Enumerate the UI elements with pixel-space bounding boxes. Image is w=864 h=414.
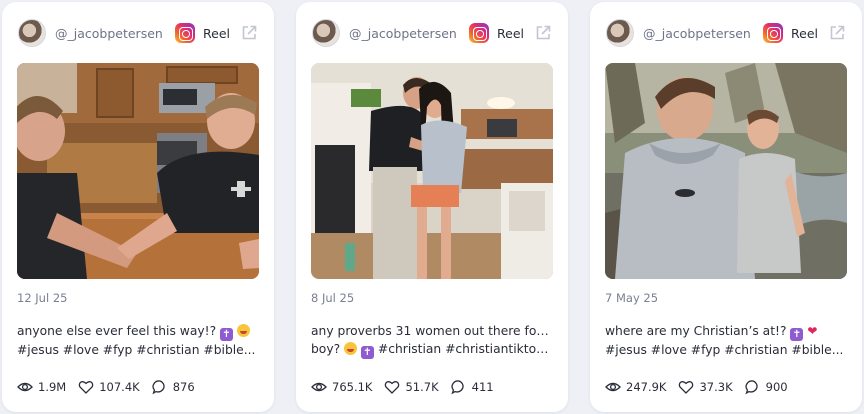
avatar[interactable] <box>606 19 634 47</box>
caption-text: any proverbs 31 women out there for our <box>311 324 551 338</box>
account-handle[interactable]: @_jacobpetersen <box>643 26 755 41</box>
heart-icon <box>385 381 400 394</box>
instagram-icon <box>469 23 489 43</box>
post-caption: anyone else ever feel this way!? ✝ #jesu… <box>17 322 257 359</box>
likes-count: 51.7K <box>405 380 439 394</box>
laughing-face-emoji-icon <box>236 324 250 337</box>
post-type-label: Reel <box>791 25 818 41</box>
post-thumbnail[interactable] <box>17 63 259 279</box>
post-caption: where are my Christian’s at!? ✝ ❤ #jesus… <box>605 322 845 359</box>
heart-icon <box>679 381 694 394</box>
caption-hashtags: #jesus #love #fyp #christian #bible... <box>17 343 256 357</box>
card-header: @_jacobpetersen Reel <box>312 18 552 48</box>
caption-text: where are my Christian’s at!? <box>605 324 787 338</box>
caption-hashtags: #jesus #love #fyp #christian #bible... <box>605 343 844 357</box>
likes-stat: 51.7K <box>384 379 439 395</box>
caption-hashtags: #christian #christiantiktok... <box>377 342 551 356</box>
eye-icon <box>311 382 327 392</box>
views-stat: 247.9K <box>605 379 666 395</box>
post-type-label: Reel <box>497 25 524 41</box>
laughing-face-emoji-icon <box>344 342 358 355</box>
post-card[interactable]: @_jacobpetersen Reel <box>296 2 568 412</box>
card-header: @_jacobpetersen Reel <box>606 18 846 48</box>
post-card[interactable]: @_jacobpetersen Reel <box>590 2 862 412</box>
account-handle[interactable]: @_jacobpetersen <box>55 26 167 41</box>
post-thumbnail[interactable] <box>311 63 553 279</box>
comments-stat: 411 <box>451 379 494 395</box>
avatar[interactable] <box>18 19 46 47</box>
instagram-icon <box>175 23 195 43</box>
comments-count: 900 <box>765 380 788 394</box>
views-stat: 765.1K <box>311 379 372 395</box>
comments-stat: 876 <box>152 379 195 395</box>
latin-cross-emoji-icon: ✝ <box>360 346 374 359</box>
avatar[interactable] <box>312 19 340 47</box>
post-date: 8 Jul 25 <box>311 291 355 305</box>
account-handle[interactable]: @_jacobpetersen <box>349 26 461 41</box>
comments-stat: 900 <box>745 379 788 395</box>
post-thumbnail[interactable] <box>605 63 847 279</box>
card-header: @_jacobpetersen Reel <box>18 18 258 48</box>
heart-icon <box>78 381 94 394</box>
post-stats: 247.9K 37.3K 900 <box>605 378 847 396</box>
likes-stat: 107.4K <box>78 379 140 395</box>
caption-text: anyone else ever feel this way!? <box>17 324 217 338</box>
likes-count: 107.4K <box>99 380 140 394</box>
comment-bubble-icon <box>745 380 758 395</box>
external-link-icon[interactable] <box>534 24 552 42</box>
views-count: 1.9M <box>38 380 67 394</box>
post-date: 7 May 25 <box>605 291 659 305</box>
external-link-icon[interactable] <box>828 24 846 42</box>
instagram-icon <box>763 23 783 43</box>
views-stat: 1.9M <box>17 379 66 395</box>
caption-text-continued: boy? <box>311 342 341 356</box>
likes-count: 37.3K <box>699 380 733 394</box>
external-link-icon[interactable] <box>240 24 258 42</box>
post-type-label: Reel <box>203 25 230 41</box>
post-caption: any proverbs 31 women out there for our … <box>311 322 551 359</box>
views-count: 765.1K <box>332 380 373 394</box>
comments-count: 411 <box>471 380 494 394</box>
comments-count: 876 <box>172 380 195 394</box>
post-date: 12 Jul 25 <box>17 291 68 305</box>
post-card[interactable]: @_jacobpetersen Reel <box>2 2 274 412</box>
eye-icon <box>605 382 621 392</box>
red-heart-emoji-icon: ❤ <box>807 324 818 338</box>
post-stats: 1.9M 107.4K 876 <box>17 378 259 396</box>
comment-bubble-icon <box>152 380 165 395</box>
latin-cross-emoji-icon: ✝ <box>790 328 804 341</box>
comment-bubble-icon <box>451 380 464 395</box>
eye-icon <box>17 382 33 392</box>
post-stats: 765.1K 51.7K 411 <box>311 378 553 396</box>
latin-cross-emoji-icon: ✝ <box>220 328 234 341</box>
views-count: 247.9K <box>626 380 667 394</box>
likes-stat: 37.3K <box>678 379 733 395</box>
